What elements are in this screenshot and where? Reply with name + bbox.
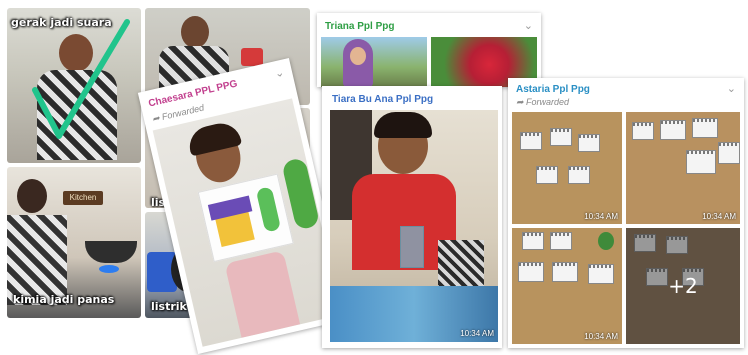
timestamp: 10:34 AM bbox=[584, 212, 618, 221]
paper-house bbox=[568, 166, 590, 184]
girl-dress bbox=[224, 250, 301, 338]
chat-photo-3[interactable]: 10:34 AM bbox=[512, 228, 622, 344]
drawing-paper bbox=[197, 173, 294, 263]
chevron-down-icon[interactable]: ⌄ bbox=[524, 19, 533, 32]
chat-card-astaria[interactable]: Astaria Ppl Ppg ➦ Forwarded ⌄ 10:34 AM 1… bbox=[508, 78, 744, 348]
paper-house bbox=[686, 150, 716, 174]
chat-photo-1[interactable]: 10:34 AM bbox=[512, 112, 622, 224]
chevron-down-icon[interactable]: ⌄ bbox=[273, 66, 286, 81]
checkmark-icon bbox=[7, 8, 141, 163]
chat-card-tiara[interactable]: Tiara Bu Ana Ppl Ppg 10:34 AM bbox=[322, 86, 502, 348]
paper-house bbox=[692, 118, 718, 138]
green-plant bbox=[598, 232, 614, 250]
collage-photo-left-bottom: Kitchen kimia jadi panas bbox=[7, 167, 141, 318]
caption-gerak-jadi-suara: gerak jadi suara bbox=[11, 16, 112, 29]
forwarded-label: ➦ Forwarded bbox=[516, 97, 570, 107]
paper-house bbox=[550, 128, 572, 146]
paper-house bbox=[550, 232, 572, 250]
kitchen-sign: Kitchen bbox=[63, 191, 103, 205]
paper-house bbox=[522, 232, 544, 250]
paper-house bbox=[588, 264, 614, 284]
boy-shirt bbox=[7, 215, 67, 305]
paper-house bbox=[632, 122, 654, 140]
boy-head bbox=[181, 16, 209, 48]
timestamp: 10:34 AM bbox=[460, 329, 494, 338]
chat-photo[interactable]: 10:34 AM bbox=[330, 110, 498, 342]
woman-face bbox=[350, 47, 366, 65]
timestamp: 10:34 AM bbox=[584, 332, 618, 341]
drawing-tree bbox=[255, 186, 282, 233]
paper-house bbox=[578, 134, 600, 152]
timestamp: 10:34 AM bbox=[702, 212, 736, 221]
paper-house bbox=[660, 120, 686, 140]
sender-name: Astaria Ppl Ppg bbox=[516, 84, 590, 95]
paper-house bbox=[518, 262, 544, 282]
chat-photo-1[interactable] bbox=[321, 37, 427, 87]
sender-name: Tiara Bu Ana Ppl Ppg bbox=[332, 94, 434, 105]
red-object bbox=[241, 48, 263, 66]
more-count: +2 bbox=[668, 274, 698, 298]
chat-photo-2[interactable]: 10:34 AM bbox=[626, 112, 740, 224]
chat-card-triana[interactable]: Triana Ppl Ppg ⌄ bbox=[317, 13, 541, 87]
glass-of-water bbox=[400, 226, 424, 268]
chevron-down-icon[interactable]: ⌄ bbox=[727, 82, 736, 95]
boy-hair bbox=[374, 112, 432, 138]
collage-photo-left-top: gerak jadi suara bbox=[7, 8, 141, 163]
paper-house bbox=[552, 262, 578, 282]
stove-pan bbox=[85, 241, 137, 263]
paper-house bbox=[718, 142, 740, 164]
boy-head bbox=[17, 179, 47, 213]
stove-flame bbox=[99, 265, 119, 273]
chat-photo-more[interactable]: +2 bbox=[626, 228, 740, 344]
caption-kimia-jadi-panas: kimia jadi panas bbox=[13, 293, 115, 306]
paper-house bbox=[520, 132, 542, 150]
paper-house bbox=[536, 166, 558, 184]
sender-name: Triana Ppl Ppg bbox=[325, 21, 395, 32]
